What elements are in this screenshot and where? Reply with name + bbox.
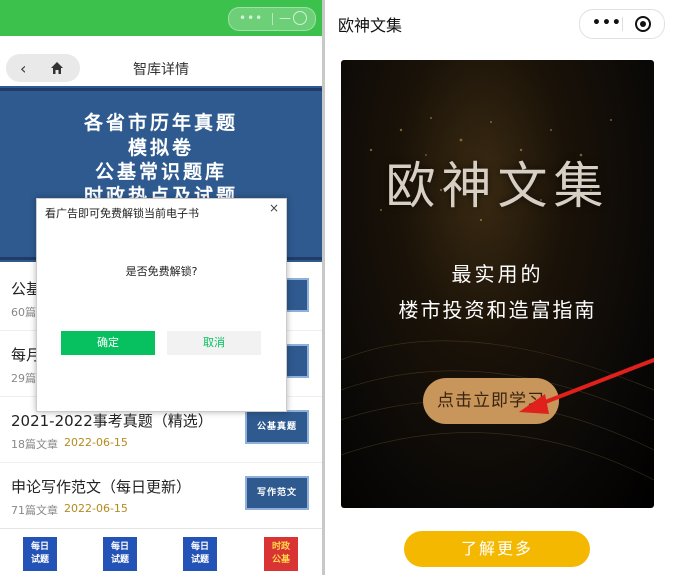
- list-item[interactable]: 申论写作范文（每日更新） 71篇文章 2022-06-15 写作范文: [0, 462, 322, 529]
- minimize-icon[interactable]: —: [279, 11, 291, 25]
- dialog-title: 看广告即可免费解锁当前电子书: [45, 207, 199, 220]
- poster-subtitle-2: 楼市投资和造富指南: [398, 298, 597, 322]
- tab-label-line2: 试题: [190, 555, 209, 565]
- tab-label-line1: 每日: [30, 542, 49, 552]
- tab-daily-questions-2[interactable]: 每日 试题: [103, 537, 137, 571]
- item-count: 60篇: [11, 306, 36, 319]
- tab-label-line2: 试题: [30, 555, 49, 565]
- status-bar: ••• —: [0, 0, 322, 36]
- page-title: 智库详情: [133, 62, 189, 78]
- learn-more-button[interactable]: 了解更多: [404, 531, 590, 567]
- close-circle-icon[interactable]: [293, 11, 307, 25]
- item-count: 18篇文章: [11, 438, 58, 451]
- item-thumbnail: 公基真题: [245, 410, 309, 444]
- tab-daily-questions-3[interactable]: 每日 试题: [183, 537, 217, 571]
- item-count: 71篇文章: [11, 504, 58, 517]
- item-title: 申论写作范文（每日更新）: [11, 478, 192, 496]
- poster-subtitle-1: 最实用的: [451, 262, 544, 286]
- poster-image: 欧神文集 最实用的 楼市投资和造富指南 点击立即学习: [341, 60, 654, 508]
- confirm-button[interactable]: 确定: [61, 331, 155, 355]
- unlock-dialog: 看广告即可免费解锁当前电子书 × 是否免费解锁? 确定 取消: [36, 198, 287, 412]
- bottom-tab-bar: 每日 试题 每日 试题 每日 试题 时政 公基: [0, 528, 322, 575]
- banner-border-top: [0, 88, 322, 91]
- tab-current-affairs[interactable]: 时政 公基: [264, 537, 298, 571]
- tab-label-line1: 每日: [190, 542, 209, 552]
- poster-title: 欧神文集: [385, 157, 610, 215]
- banner-line-3: 公基常识题库: [94, 161, 227, 183]
- dialog-message: 是否免费解锁?: [125, 265, 198, 278]
- item-date: 2022-06-15: [64, 436, 128, 449]
- more-icon[interactable]: •••: [239, 11, 263, 25]
- tab-label-line2: 试题: [110, 555, 129, 565]
- right-phone-screen: 欧神文集 ••• 欧神文集 最实用的 楼市投资和造富指南 点击立即学习 了解更多: [325, 0, 688, 575]
- banner-line-1: 各省市历年真题: [83, 112, 238, 134]
- tab-daily-questions-1[interactable]: 每日 试题: [23, 537, 57, 571]
- red-arrow-annotation: [519, 357, 654, 414]
- left-phone-screen: ••• — ‹ 智库详情 各省市历年真题 模拟卷 公基常识题库 时政热点及试题 …: [0, 0, 322, 575]
- item-thumbnail: 写作范文: [245, 476, 309, 510]
- item-title: 2021-2022事考真题（精选）: [11, 412, 213, 430]
- close-target-icon[interactable]: [635, 16, 651, 32]
- capsule-divider: [272, 13, 273, 25]
- cancel-button[interactable]: 取消: [167, 331, 261, 355]
- mini-program-capsule[interactable]: •••: [579, 9, 665, 39]
- capsule-divider: [622, 17, 623, 31]
- mini-program-capsule[interactable]: ••• —: [228, 7, 316, 31]
- mini-program-title: 欧神文集: [338, 16, 403, 35]
- tab-label-line2: 公基: [271, 555, 290, 565]
- tab-label-line1: 每日: [110, 542, 129, 552]
- close-icon[interactable]: ×: [269, 201, 279, 215]
- more-icon[interactable]: •••: [592, 15, 622, 31]
- item-count: 29篇: [11, 372, 36, 385]
- banner-line-2: 模拟卷: [127, 137, 194, 159]
- item-date: 2022-06-15: [64, 502, 128, 515]
- tab-label-line1: 时政: [271, 542, 290, 552]
- nav-bar: ‹ 智库详情: [0, 50, 322, 86]
